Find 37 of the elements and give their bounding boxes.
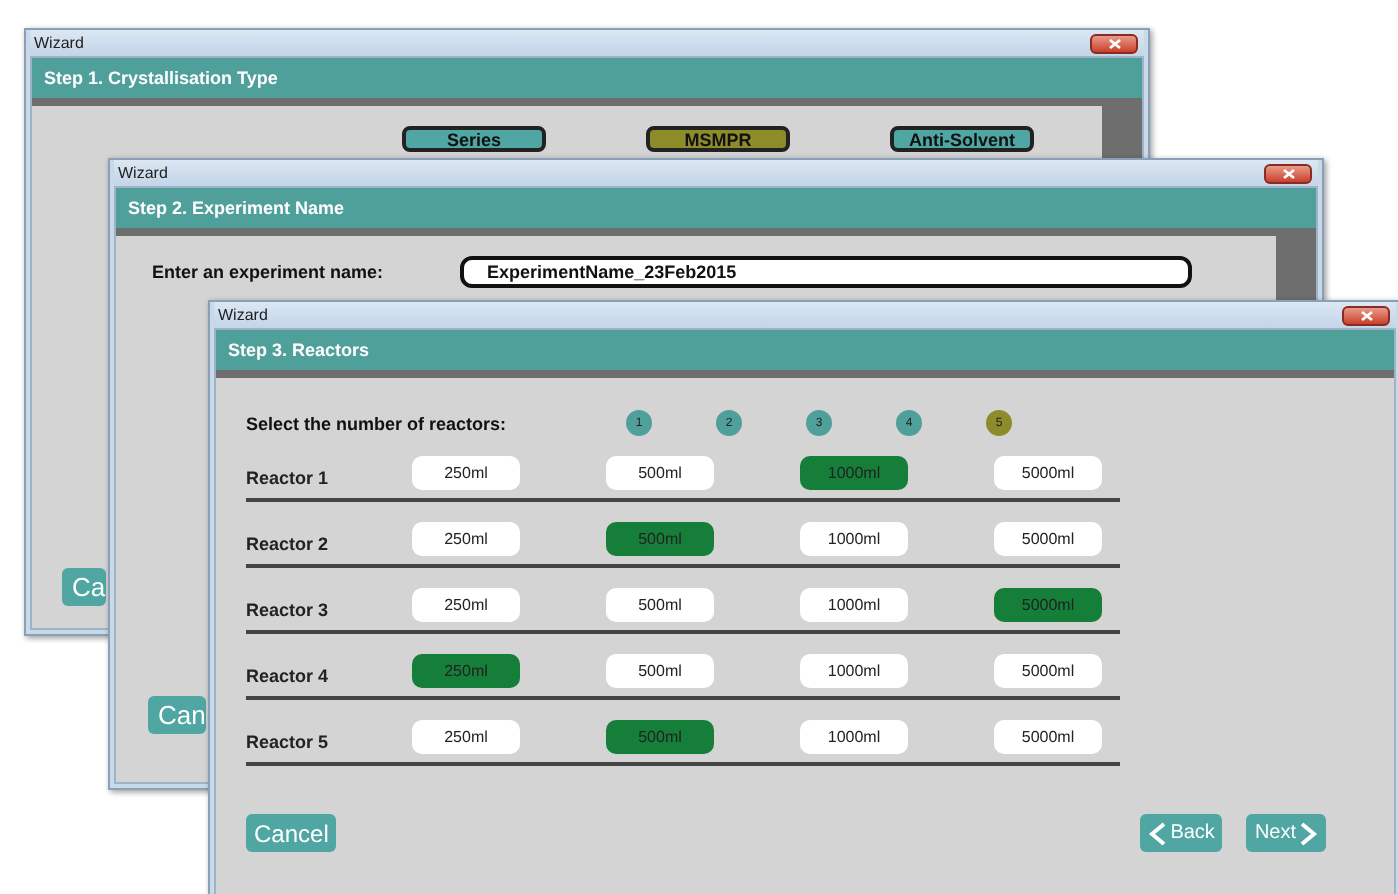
option-button[interactable]: MSMPR [646, 126, 790, 152]
size-option[interactable]: 1000ml [800, 720, 908, 754]
size-option[interactable]: 5000ml [994, 456, 1102, 490]
size-option[interactable]: 1000ml [800, 654, 908, 688]
close-icon [1359, 309, 1373, 321]
size-option[interactable]: 5000ml [994, 720, 1102, 754]
size-option[interactable]: 500ml [606, 588, 714, 622]
reactor-label: Reactor 2 [246, 532, 331, 554]
reactor-label: Reactor 5 [246, 730, 331, 752]
chevron-left-icon [1148, 821, 1167, 845]
reactor-label: Reactor 4 [246, 664, 331, 686]
field-label: Select the number of reactors: [246, 413, 509, 433]
option-button[interactable]: Series [402, 126, 546, 152]
option-button[interactable]: Anti-Solvent [890, 126, 1034, 152]
close-icon [1281, 167, 1295, 179]
name-field[interactable]: ExperimentName_23Feb2015 [459, 256, 1192, 288]
size-option[interactable]: 1000ml [800, 522, 908, 556]
window-title: Wizard [116, 164, 168, 182]
size-option[interactable]: 250ml [412, 588, 520, 622]
close-button[interactable] [1342, 305, 1390, 325]
size-option[interactable]: 5000ml [994, 522, 1102, 556]
close-button[interactable] [1090, 33, 1138, 53]
reactor-label: Reactor 1 [246, 466, 331, 488]
size-option[interactable]: 500ml [606, 654, 714, 688]
reactor-label: Reactor 3 [246, 598, 331, 620]
window-title: Wizard [32, 34, 84, 52]
size-option[interactable]: 500ml [606, 456, 714, 490]
size-option[interactable]: 250ml [412, 456, 520, 490]
size-option[interactable]: 250ml [412, 720, 520, 754]
size-option[interactable]: 250ml [412, 522, 520, 556]
close-icon [1107, 37, 1121, 49]
chevron-right-icon [1300, 821, 1318, 845]
field-label: Enter an experiment name: [152, 262, 384, 282]
window-title: Wizard [216, 306, 268, 324]
close-button[interactable] [1264, 163, 1312, 183]
size-option[interactable]: 5000ml [994, 654, 1102, 688]
size-option[interactable]: 1000ml [800, 588, 908, 622]
